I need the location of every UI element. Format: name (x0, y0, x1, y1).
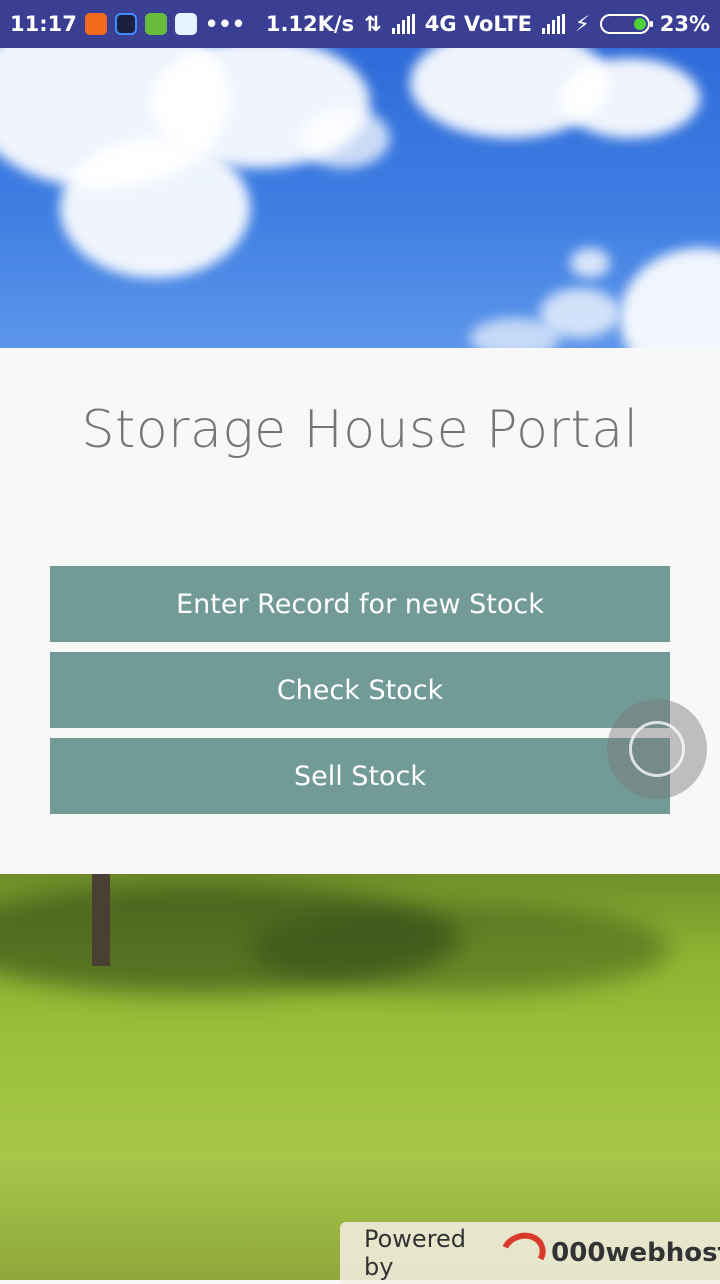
powered-by-badge[interactable]: Powered by 000webhost (340, 1222, 720, 1284)
signal-icon (391, 14, 415, 34)
more-notifications-icon: ••• (204, 12, 246, 36)
tree-trunk (92, 874, 110, 966)
status-bar: 11:17 ••• 1.12K/s ⇅ 4G VoLTE ⚡ 23% (0, 0, 720, 48)
webhost-brand: 000webhost (551, 1238, 720, 1268)
battery-percent: 23% (659, 12, 710, 36)
data-transfer-icon: ⇅ (364, 12, 382, 36)
floating-assist-button[interactable] (607, 699, 707, 799)
clock: 11:17 (10, 12, 77, 36)
sell-stock-button[interactable]: Sell Stock (50, 738, 670, 814)
network-type: 4G VoLTE (424, 12, 532, 36)
battery-icon (599, 14, 653, 34)
grass-background-image (0, 874, 720, 1280)
messenger-icon (114, 13, 137, 35)
powered-by-label: Powered by (364, 1225, 467, 1281)
network-speed: 1.12K/s (265, 12, 355, 36)
maps-icon (174, 13, 197, 35)
page-title: Storage House Portal (81, 400, 639, 460)
portal-panel: Storage House Portal Enter Record for ne… (0, 348, 720, 874)
enter-new-stock-button[interactable]: Enter Record for new Stock (50, 566, 670, 642)
charging-icon: ⚡ (574, 12, 590, 36)
webhost-logo-icon (494, 1226, 552, 1280)
mi-app-icon (84, 13, 107, 35)
battery-app-icon (144, 13, 167, 35)
check-stock-button[interactable]: Check Stock (50, 652, 670, 728)
sky-background-image (0, 48, 720, 348)
signal-2-icon (541, 14, 565, 34)
